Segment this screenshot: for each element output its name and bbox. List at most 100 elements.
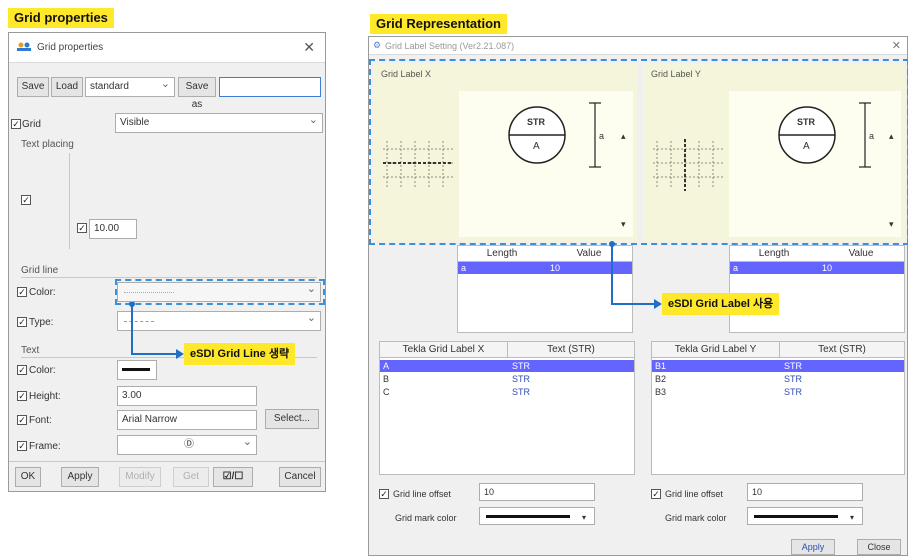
right-close-icon[interactable]: ✕ — [892, 39, 901, 52]
tekla-x-text-header: Text (STR) — [508, 342, 634, 358]
text-placing-checkbox[interactable]: ✓ — [21, 195, 31, 205]
y-length-header: Length — [730, 246, 818, 262]
tekla-x-label-cell: A — [383, 361, 390, 371]
gear-icon: ⚙ — [373, 40, 382, 50]
line-type-checkbox[interactable]: ✓ — [17, 317, 27, 327]
right-titlebar: ⚙ Grid Label Setting (Ver2.21.087) ✕ — [369, 37, 907, 55]
x-length-header: Length — [458, 246, 546, 262]
text-color-swatch — [122, 368, 150, 371]
frame-checkbox[interactable]: ✓ — [17, 441, 27, 451]
y-mark-color-select[interactable]: ▾ — [747, 507, 863, 525]
grid-app-icon — [17, 42, 31, 53]
grid-visibility-select[interactable]: Visible — [115, 113, 323, 133]
tekla-x-label-cell: B — [383, 374, 390, 384]
y-mark-color-swatch — [754, 515, 838, 518]
y-length-row[interactable]: a 10 — [730, 262, 904, 274]
table-row[interactable]: C STR — [380, 386, 634, 398]
frame-select[interactable]: Ⓓ — [117, 435, 257, 455]
y-offset-label: Grid line offset — [665, 489, 723, 499]
tekla-y-label-cell: B1 — [655, 361, 667, 371]
font-input[interactable]: Arial Narrow — [117, 410, 257, 430]
table-row[interactable]: B2 STR — [652, 373, 904, 385]
dialog-title: Grid properties — [37, 42, 104, 53]
table-row[interactable]: B1 STR — [652, 360, 904, 372]
x-length-cell: a — [461, 263, 467, 273]
offset-checkbox[interactable]: ✓ — [77, 223, 87, 233]
tekla-y-text-cell: STR — [784, 374, 802, 384]
save-as-button[interactable]: Save as — [178, 77, 216, 110]
tekla-y-text-cell: STR — [784, 361, 802, 371]
footer-divider — [9, 461, 325, 462]
x-offset-checkbox[interactable]: ✓ — [379, 489, 389, 499]
frame-label: Frame: — [29, 441, 61, 452]
y-mark-color-label: Grid mark color — [665, 513, 727, 523]
preset-select[interactable]: standard — [85, 77, 175, 97]
x-mark-dropdown-icon: ▾ — [582, 513, 587, 522]
line-color-label: Color: — [29, 287, 56, 298]
x-value-cell: 10 — [550, 263, 561, 273]
x-mark-color-label: Grid mark color — [395, 513, 457, 523]
grid-label: Grid — [22, 119, 41, 130]
font-checkbox[interactable]: ✓ — [17, 415, 27, 425]
grid-line-callout: eSDI Grid Line 생략 — [184, 343, 296, 365]
save-button[interactable]: Save — [17, 77, 49, 97]
y-length-cell: a — [733, 263, 739, 273]
grid-label-callout: eSDI Grid Label 사용 — [662, 293, 780, 315]
right-dialog-title: Grid Label Setting (Ver2.21.087) — [385, 41, 515, 51]
load-button[interactable]: Load — [51, 77, 83, 97]
tekla-x-text-cell: STR — [512, 374, 530, 384]
grid-properties-dialog: Grid properties ✕ Save Load standard Sav… — [8, 32, 326, 492]
select-font-button[interactable]: Select... — [265, 409, 319, 429]
close-icon[interactable]: ✕ — [303, 39, 315, 56]
save-as-name-input[interactable] — [219, 77, 321, 97]
text-color-label: Color: — [29, 365, 56, 376]
y-mark-dropdown-icon: ▾ — [850, 513, 855, 522]
y-offset-input[interactable]: 10 — [747, 483, 863, 501]
height-label: Height: — [29, 391, 61, 402]
text-group-label: Text — [21, 345, 40, 356]
table-row[interactable]: B3 STR — [652, 386, 904, 398]
height-input[interactable]: 3.00 — [117, 386, 257, 406]
apply-button[interactable]: Apply — [61, 467, 99, 487]
line-color-checkbox[interactable]: ✓ — [17, 287, 27, 297]
tekla-x-header: Tekla Grid Label X — [380, 342, 508, 358]
left-section-label: Grid properties — [8, 8, 114, 28]
tekla-y-text-header: Text (STR) — [780, 342, 904, 358]
tekla-x-label-cell: C — [383, 387, 390, 397]
x-offset-input[interactable]: 10 — [479, 483, 595, 501]
table-row[interactable]: B STR — [380, 373, 634, 385]
text-color-select[interactable] — [117, 360, 157, 380]
font-label: Font: — [29, 415, 52, 426]
tekla-y-text-cell: STR — [784, 387, 802, 397]
table-row[interactable]: A STR — [380, 360, 634, 372]
offset-input[interactable]: 10.00 — [89, 219, 137, 239]
line-type-label: Type: — [29, 317, 54, 328]
grid-line-group-label: Grid line — [21, 265, 59, 276]
tekla-y-label-cell: B2 — [655, 374, 667, 384]
modify-button[interactable]: Modify — [119, 467, 161, 487]
grid-checkbox[interactable]: ✓ — [11, 119, 21, 129]
ok-button[interactable]: OK — [15, 467, 41, 487]
placing-divider — [69, 153, 70, 249]
tekla-x-table: Tekla Grid Label X Text (STR) A STR B ST… — [379, 341, 635, 475]
y-length-table: Length Value a 10 — [729, 245, 905, 333]
y-offset-checkbox[interactable]: ✓ — [651, 489, 661, 499]
tekla-y-label-cell: B3 — [655, 387, 667, 397]
grid-label-arrow — [609, 241, 662, 309]
text-color-checkbox[interactable]: ✓ — [17, 365, 27, 375]
y-value-cell: 10 — [822, 263, 833, 273]
right-section-label: Grid Representation — [370, 14, 507, 34]
height-checkbox[interactable]: ✓ — [17, 391, 27, 401]
cancel-button[interactable]: Cancel — [279, 467, 321, 487]
tekla-x-text-cell: STR — [512, 361, 530, 371]
grid-line-arrow — [129, 302, 184, 359]
right-apply-button[interactable]: Apply — [791, 539, 835, 555]
text-placing-label: Text placing — [21, 139, 74, 150]
get-button[interactable]: Get — [173, 467, 209, 487]
right-close-button[interactable]: Close — [857, 539, 901, 555]
dialog-titlebar: Grid properties ✕ — [9, 33, 325, 63]
toggle-all-button[interactable]: ☑/☐ — [213, 467, 253, 487]
x-mark-color-select[interactable]: ▾ — [479, 507, 595, 525]
x-mark-color-swatch — [486, 515, 570, 518]
tekla-y-table: Tekla Grid Label Y Text (STR) B1 STR B2 … — [651, 341, 905, 475]
